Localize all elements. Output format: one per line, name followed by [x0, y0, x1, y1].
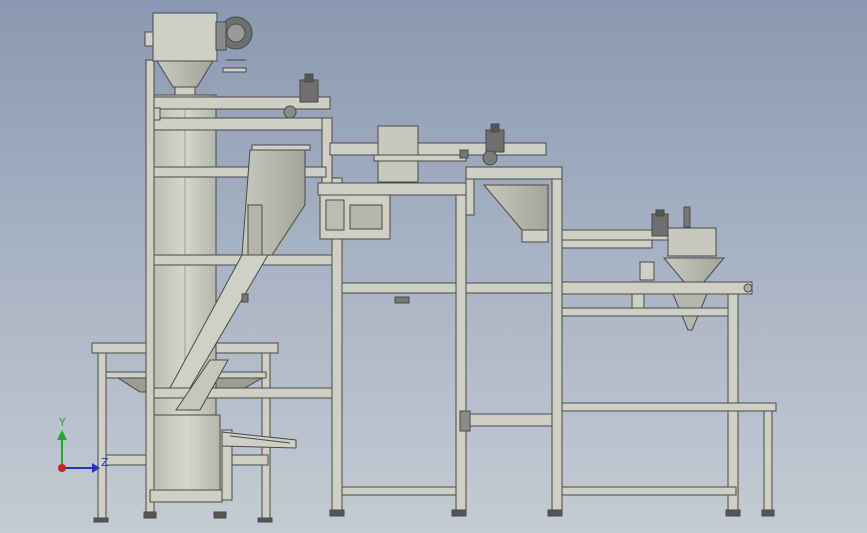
centre-frame — [317, 177, 467, 517]
top-hopper — [144, 12, 253, 96]
machine-drawing: Y Z — [57, 12, 777, 523]
coordinate-triad-icon — [57, 430, 100, 473]
cad-viewport[interactable]: Y Z — [0, 0, 867, 533]
triad-y-label: Y — [58, 416, 66, 429]
right-frame — [459, 166, 563, 517]
triad-z-label: Z — [101, 456, 109, 469]
weighing-unit — [561, 206, 777, 517]
